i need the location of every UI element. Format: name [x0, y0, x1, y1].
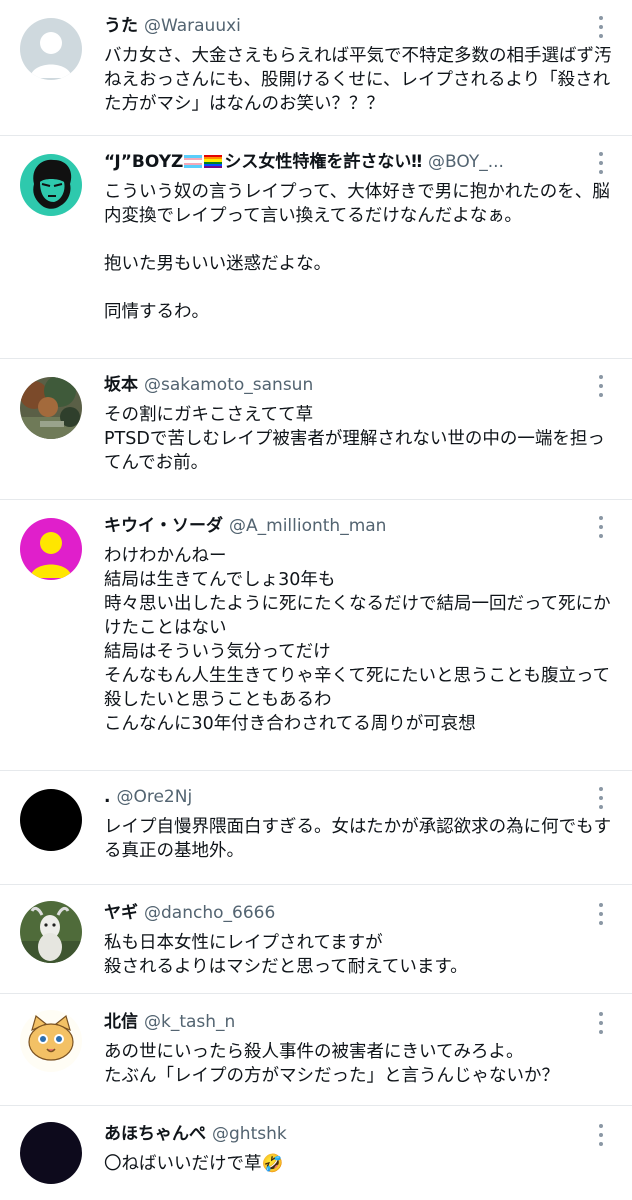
display-name[interactable]: うた — [104, 16, 138, 36]
tweet[interactable]: 北信 @k_tash_n あの世にいったら殺人事件の被害者にきいてみろよ。 たぶん… — [0, 994, 632, 1106]
user-handle[interactable]: @sakamoto_sansun — [144, 375, 313, 395]
display-name[interactable]: . — [104, 787, 110, 807]
tweet[interactable]: . @Ore2Nj レイプ自慢界隈面白すぎる。女はたかが承認欲求の為に何でもする真… — [0, 771, 632, 885]
more-dots-vertical-icon[interactable] — [596, 516, 606, 538]
more-dots-vertical-icon[interactable] — [596, 1012, 606, 1034]
tweet-text: わけわかんねー 結局は生きてんでしょ30年も 時々思い出したように死にたくなるだ… — [104, 546, 611, 734]
tweet[interactable]: うた @Warauuxi バカ女さ、大金さえもらえれば平気で不特定多数の相手選ばず… — [0, 0, 632, 136]
tweet-text: 〇ねばいいだけで草🤣 — [104, 1154, 284, 1174]
more-dots-vertical-icon[interactable] — [596, 1124, 606, 1146]
tweet[interactable]: ヤギ @dancho_6666 私も日本女性にレイプされてますが 殺されるよりはマ… — [0, 885, 632, 994]
tweet-header: 坂本 @sakamoto_sansun — [104, 371, 582, 399]
default-profile-icon — [20, 18, 82, 80]
user-handle[interactable]: @Ore2Nj — [116, 787, 192, 807]
transgender-flag-icon — [184, 155, 203, 168]
display-name[interactable]: ヤギ — [104, 903, 138, 923]
tweet-header: . @Ore2Nj — [104, 783, 582, 811]
tweet-header: ヤギ @dancho_6666 — [104, 899, 582, 927]
tweet[interactable]: キウイ・ソーダ @A_millionth_man わけわかんねー 結局は生きてんで… — [0, 500, 632, 771]
avatar[interactable] — [20, 518, 82, 580]
avatar[interactable] — [20, 1122, 82, 1184]
user-handle[interactable]: @A_millionth_man — [229, 516, 386, 536]
more-dots-vertical-icon[interactable] — [596, 375, 606, 397]
dark-circle-icon — [20, 1122, 82, 1184]
more-dots-vertical-icon[interactable] — [596, 903, 606, 925]
avatar[interactable] — [20, 901, 82, 963]
display-name[interactable]: あほちゃんぺ — [104, 1124, 206, 1144]
user-handle[interactable]: @dancho_6666 — [144, 903, 275, 923]
tweet[interactable]: “J”BOYZ シス女性特権を許さない‼ @BOY_... こういう奴の言うレイプっ… — [0, 136, 632, 359]
black-circle-icon — [20, 789, 82, 851]
user-handle[interactable]: @Warauuxi — [144, 16, 241, 36]
user-handle[interactable]: @k_tash_n — [144, 1012, 235, 1032]
avatar[interactable] — [20, 154, 82, 216]
tweet-header: キウイ・ソーダ @A_millionth_man — [104, 512, 582, 540]
avatar[interactable] — [20, 377, 82, 439]
goat-photo-icon — [20, 901, 82, 963]
avatar[interactable] — [20, 18, 82, 80]
tweet-header: うた @Warauuxi — [104, 12, 582, 40]
tweet-text: その割にガキこさえてて草 PTSDで苦しむレイプ被害者が理解されない世の中の一端… — [104, 405, 605, 473]
more-dots-vertical-icon[interactable] — [596, 787, 606, 809]
tweet-text: バカ女さ、大金さえもらえれば平気で不特定多数の相手選ばず汚ねえおっさんにも、股開… — [104, 46, 612, 114]
garden-photo-icon — [20, 377, 82, 439]
tweet-header: あほちゃんぺ @ghtshk — [104, 1120, 582, 1148]
avatar[interactable] — [20, 789, 82, 851]
user-handle[interactable]: @ghtshk — [212, 1124, 287, 1144]
display-name[interactable]: 坂本 — [104, 375, 138, 395]
tweet[interactable]: 坂本 @sakamoto_sansun その割にガキこさえてて草 PTSDで苦しむ… — [0, 359, 632, 500]
tweet-text: こういう奴の言うレイプって、大体好きで男に抱かれたのを、脳内変換でレイプって言い… — [104, 182, 610, 322]
user-handle[interactable]: @BOY_... — [428, 152, 504, 172]
tweet-header: “J”BOYZ シス女性特権を許さない‼ @BOY_... — [104, 148, 582, 176]
display-name[interactable]: キウイ・ソーダ — [104, 516, 223, 536]
tweet-text: レイプ自慢界隈面白すぎる。女はたかが承認欲求の為に何でもする真正の基地外。 — [104, 817, 612, 861]
tweet-text: 私も日本女性にレイプされてますが 殺されるよりはマシだと思って耐えています。 — [104, 933, 468, 977]
tweet-text: あの世にいったら殺人事件の被害者にきいてみろよ。 たぶん「レイプの方がマシだった… — [104, 1042, 559, 1086]
more-dots-vertical-icon[interactable] — [596, 16, 606, 38]
rainbow-flag-icon — [204, 155, 223, 169]
display-name[interactable]: 北信 — [104, 1012, 138, 1032]
default-profile-icon — [20, 518, 82, 580]
avatar[interactable] — [20, 1010, 82, 1072]
tweet[interactable]: あほちゃんぺ @ghtshk 〇ねばいいだけで草🤣 — [0, 1106, 632, 1200]
display-name[interactable]: “J”BOYZ シス女性特権を許さない‼ — [104, 152, 422, 172]
cat-illustration-icon — [20, 1010, 82, 1072]
face-illustration-icon — [20, 154, 82, 216]
more-dots-vertical-icon[interactable] — [596, 152, 606, 174]
tweet-header: 北信 @k_tash_n — [104, 1008, 582, 1036]
timeline-feed: うた @Warauuxi バカ女さ、大金さえもらえれば平気で不特定多数の相手選ばず… — [0, 0, 632, 1200]
